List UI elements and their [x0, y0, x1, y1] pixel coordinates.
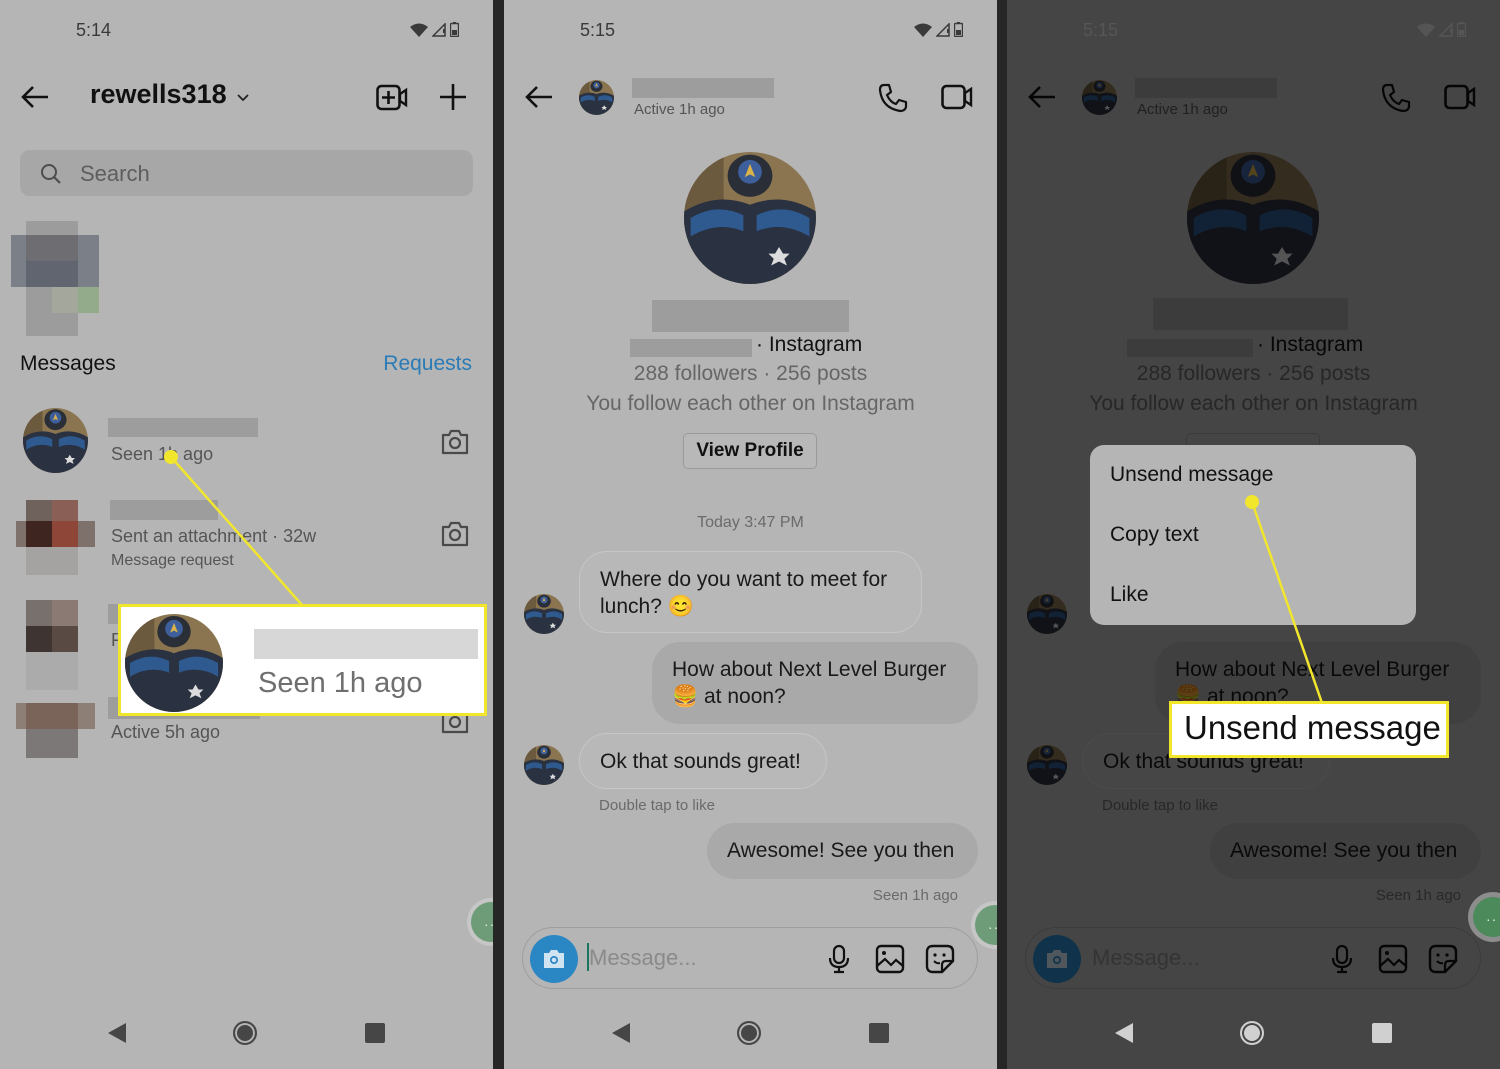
profile-avatar[interactable]	[684, 152, 816, 284]
battery-icon	[954, 22, 963, 37]
plus-icon[interactable]	[439, 83, 467, 111]
pixelated-avatar	[26, 600, 78, 690]
profile-source: · Instagram	[756, 333, 863, 356]
search-placeholder: Search	[80, 161, 150, 186]
video-plus-icon[interactable]	[376, 84, 408, 112]
gallery-icon[interactable]	[875, 944, 905, 974]
search-icon	[41, 164, 61, 184]
avatar	[23, 408, 88, 473]
active-status: Active 1h ago	[634, 101, 725, 118]
menu-item-copy-text[interactable]: Copy text	[1110, 523, 1199, 547]
message-input[interactable]: Message...	[589, 945, 697, 971]
android-nav-bar	[0, 1021, 493, 1051]
message-context-menu: Unsend message Copy text Like	[1090, 445, 1416, 625]
message-text: Ok that sounds great!	[600, 750, 801, 773]
arrow-left-icon[interactable]	[20, 84, 50, 110]
signal-icon	[432, 22, 446, 37]
message-bubble-incoming[interactable]: Ok that sounds great!	[579, 733, 827, 789]
wifi-icon	[914, 23, 932, 37]
redacted-username	[254, 629, 478, 659]
signal-icon	[936, 22, 950, 37]
video-call-icon[interactable]	[941, 84, 973, 110]
message-text: How about Next Level Burger	[672, 658, 947, 681]
nav-home-icon[interactable]	[737, 1021, 761, 1045]
status-time: 5:15	[580, 20, 616, 40]
message-request-label: Message request	[111, 552, 234, 569]
chat-screen-context-menu: 5:15 Active 1h ago · Instagram 288 follo…	[1007, 0, 1500, 1069]
wifi-icon	[410, 23, 428, 37]
camera-icon[interactable]	[440, 428, 470, 456]
phone-icon[interactable]	[878, 83, 908, 113]
conversation-row[interactable]: Sent an attachment · 32w Message request	[0, 490, 493, 575]
status-time: 5:14	[76, 20, 112, 40]
redacted-handle	[630, 339, 752, 357]
conversation-status: Sent an attachment · 32w	[111, 526, 317, 546]
nav-recents-icon[interactable]	[869, 1023, 889, 1043]
microphone-icon[interactable]	[827, 944, 851, 974]
nav-home-icon[interactable]	[1240, 1021, 1264, 1045]
nav-back-icon[interactable]	[1115, 1023, 1133, 1043]
avatar	[125, 614, 223, 712]
redacted-username[interactable]	[632, 78, 774, 98]
redacted-username	[110, 500, 218, 520]
chevron-down-icon[interactable]	[236, 93, 250, 102]
sender-avatar[interactable]	[524, 745, 564, 785]
android-nav-bar	[504, 1021, 997, 1051]
nav-recents-icon[interactable]	[1372, 1023, 1392, 1043]
mutual-follow-note: You follow each other on Instagram	[586, 392, 915, 415]
status-icons	[410, 22, 459, 37]
zoom-callout: Seen 1h ago	[118, 604, 487, 716]
pixelated-avatar	[16, 703, 95, 758]
message-bubble-incoming[interactable]: Where do you want to meet for lunch? 😊	[579, 551, 922, 633]
callout-status: Seen 1h ago	[258, 667, 423, 699]
camera-icon[interactable]	[440, 520, 470, 548]
view-profile-button[interactable]: View Profile	[683, 433, 817, 469]
camera-icon	[544, 950, 564, 968]
inbox-screen: 5:14 rewells318 Search Messages Requests…	[0, 0, 493, 1069]
nav-back-icon[interactable]	[108, 1023, 126, 1043]
pixelated-story-avatar[interactable]	[11, 221, 99, 336]
nav-back-icon[interactable]	[612, 1023, 630, 1043]
menu-item-like[interactable]: Like	[1110, 583, 1149, 607]
seen-status: Seen 1h ago	[872, 887, 958, 904]
menu-item-unsend[interactable]: Unsend message	[1110, 463, 1273, 487]
message-text: Where do you want to meet for	[600, 568, 888, 591]
requests-link[interactable]: Requests	[383, 352, 472, 376]
nav-recents-icon[interactable]	[365, 1023, 385, 1043]
callout-label: Unsend message	[1184, 709, 1441, 746]
conversation-status: Active 5h ago	[111, 722, 221, 742]
account-switcher[interactable]: rewells318	[90, 79, 227, 110]
redacted-full-name	[652, 300, 849, 332]
panel-divider	[997, 0, 1007, 1069]
header-avatar[interactable]	[579, 80, 614, 115]
camera-button[interactable]	[530, 935, 578, 983]
redacted-username	[108, 418, 258, 437]
conversation-row[interactable]: Seen 1h ago	[0, 400, 493, 484]
pixelated-avatar	[16, 500, 95, 575]
message-bubble-outgoing[interactable]: How about Next Level Burger 🍔 at noon?	[652, 642, 978, 724]
profile-stats: 288 followers · 256 posts	[633, 362, 868, 385]
message-composer[interactable]: Message...	[522, 927, 978, 989]
status-icons	[914, 22, 963, 37]
chat-timestamp: Today 3:47 PM	[697, 514, 804, 531]
message-text: 🍔 at noon?	[672, 685, 786, 708]
battery-icon	[450, 22, 459, 37]
message-bubble-outgoing[interactable]: Awesome! See you then	[707, 823, 978, 879]
sticker-icon[interactable]	[925, 944, 955, 974]
nav-home-icon[interactable]	[233, 1021, 257, 1045]
message-text: Awesome! See you then	[727, 839, 955, 862]
floating-chat-bubble[interactable]: ··	[471, 902, 493, 942]
chat-screen: 5:15 Active 1h ago · Instagram 288 follo…	[504, 0, 997, 1069]
messages-heading: Messages	[20, 352, 116, 375]
android-nav-bar	[1007, 1021, 1500, 1051]
floating-chat-bubble[interactable]: ··	[975, 905, 997, 945]
zoom-callout: Unsend message	[1169, 701, 1449, 758]
double-tap-hint: Double tap to like	[599, 797, 715, 814]
message-text: lunch? 😊	[600, 595, 694, 618]
sender-avatar[interactable]	[524, 594, 564, 634]
arrow-left-icon[interactable]	[524, 84, 554, 110]
conversation-status: Seen 1h ago	[111, 444, 214, 464]
search-input[interactable]: Search	[20, 150, 473, 196]
panel-divider	[493, 0, 504, 1069]
